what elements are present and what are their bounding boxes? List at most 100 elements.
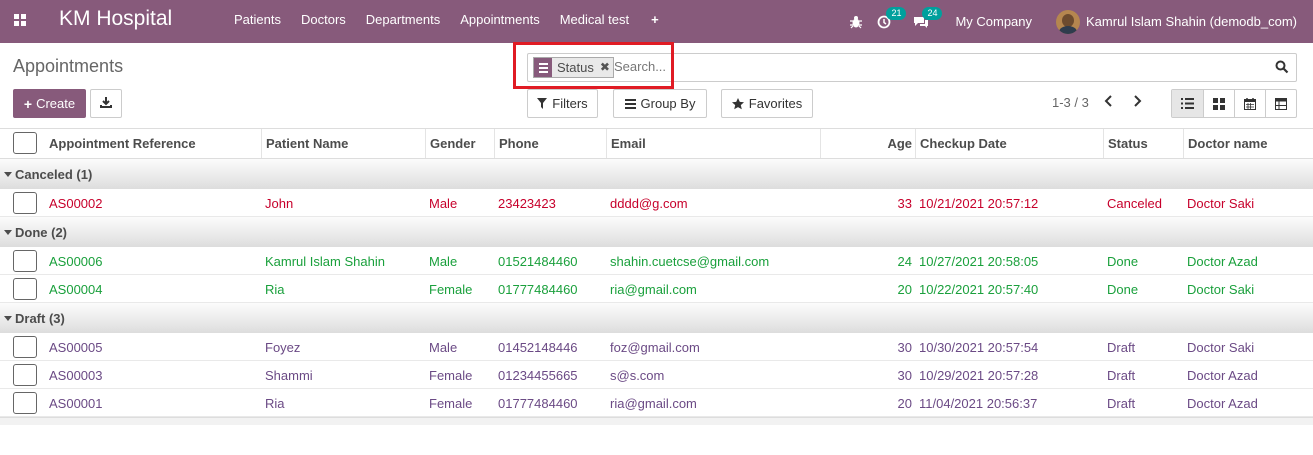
col-appointment-reference[interactable]: Appointment Reference xyxy=(45,129,261,158)
groupby-button[interactable]: Group By xyxy=(613,89,707,118)
row-checkbox[interactable] xyxy=(13,250,37,272)
table-row[interactable]: AS00002 John Male 23423423 dddd@g.com 33… xyxy=(0,189,1313,217)
cell-patient: Ria xyxy=(265,396,285,411)
menu-add-icon[interactable]: + xyxy=(639,0,671,43)
cell-age: 30 xyxy=(897,340,912,355)
app-brand[interactable]: KM Hospital xyxy=(59,7,172,31)
filters-button[interactable]: Filters xyxy=(527,89,598,118)
cell-age: 20 xyxy=(897,282,912,297)
chevron-right-icon[interactable] xyxy=(1132,95,1142,110)
cell-email: dddd@g.com xyxy=(610,196,688,211)
select-all-checkbox[interactable] xyxy=(13,132,37,154)
col-email[interactable]: Email xyxy=(606,129,820,158)
cell-doctor: Doctor Azad xyxy=(1187,396,1258,411)
menu-item-appointments[interactable]: Appointments xyxy=(450,0,550,43)
create-button[interactable]: + Create xyxy=(13,89,86,118)
cell-doctor: Doctor Saki xyxy=(1187,196,1255,211)
cell-status: Done xyxy=(1107,282,1139,297)
export-button[interactable] xyxy=(90,89,122,118)
row-checkbox[interactable] xyxy=(13,192,37,214)
group-label: Canceled (1) xyxy=(15,167,93,182)
activity-badge: 21 xyxy=(886,6,907,20)
favorites-label: Favorites xyxy=(748,96,803,111)
cell-email: s@s.com xyxy=(610,368,665,383)
group-row-draft[interactable]: Draft (3) xyxy=(0,303,1313,333)
main-menu: Patients Doctors Departments Appointment… xyxy=(224,0,671,43)
col-age[interactable]: Age xyxy=(820,129,915,158)
group-row-canceled[interactable]: Canceled (1) xyxy=(0,159,1313,189)
table-row[interactable]: AS00006 Kamrul Islam Shahin Male 0152148… xyxy=(0,247,1313,275)
company-switcher[interactable]: My Company xyxy=(955,14,1032,29)
cell-patient: Shammi xyxy=(265,368,313,383)
cell-ref: AS00003 xyxy=(49,368,103,383)
col-phone[interactable]: Phone xyxy=(494,129,606,158)
cell-email: shahin.cuetcse@gmail.com xyxy=(610,254,770,269)
cell-status: Canceled xyxy=(1107,196,1162,211)
search-input[interactable] xyxy=(614,59,1214,74)
search-icon[interactable] xyxy=(1275,60,1291,76)
cell-patient: Ria xyxy=(265,282,285,297)
appointments-table: Appointment Reference Patient Name Gende… xyxy=(0,128,1313,425)
cell-phone: 01777484460 xyxy=(498,282,578,297)
create-label: Create xyxy=(36,96,76,111)
cell-doctor: Doctor Saki xyxy=(1187,340,1255,355)
chevron-left-icon[interactable] xyxy=(1104,95,1114,110)
cell-phone: 23423423 xyxy=(498,196,556,211)
row-checkbox[interactable] xyxy=(13,364,37,386)
table-row[interactable]: AS00004 Ria Female 01777484460 ria@gmail… xyxy=(0,275,1313,303)
col-status[interactable]: Status xyxy=(1103,129,1183,158)
cell-date: 10/22/2021 20:57:40 xyxy=(919,282,1039,297)
list-bars-icon xyxy=(624,98,636,109)
cell-date: 10/21/2021 20:57:12 xyxy=(919,196,1039,211)
cell-email: ria@gmail.com xyxy=(610,396,697,411)
cell-doctor: Doctor Azad xyxy=(1187,254,1258,269)
menu-item-departments[interactable]: Departments xyxy=(356,0,450,43)
table-row[interactable]: AS00005 Foyez Male 01452148446 foz@gmail… xyxy=(0,333,1313,361)
filter-funnel-icon xyxy=(537,98,548,109)
menu-item-medical-test[interactable]: Medical test xyxy=(550,0,639,43)
cell-gender: Male xyxy=(429,340,458,355)
caret-down-icon xyxy=(4,230,12,235)
cell-age: 20 xyxy=(897,396,912,411)
cell-email: ria@gmail.com xyxy=(610,282,697,297)
table-row[interactable]: AS00003 Shammi Female 01234455665 s@s.co… xyxy=(0,361,1313,389)
cell-age: 33 xyxy=(897,196,912,211)
activity-clock-icon[interactable]: 21 xyxy=(877,6,907,29)
col-checkup-date[interactable]: Checkup Date xyxy=(915,129,1103,158)
cell-phone: 01521484460 xyxy=(498,254,578,269)
debug-bug-icon[interactable] xyxy=(849,15,863,29)
apps-menu-icon[interactable] xyxy=(14,14,26,26)
col-doctor-name[interactable]: Doctor name xyxy=(1183,129,1313,158)
calendar-view-icon[interactable] xyxy=(1234,90,1265,117)
cell-status: Draft xyxy=(1107,396,1136,411)
cell-patient: Kamrul Islam Shahin xyxy=(265,254,385,269)
top-navbar: KM Hospital Patients Doctors Departments… xyxy=(0,0,1313,43)
cell-doctor: Doctor Azad xyxy=(1187,368,1258,383)
star-icon xyxy=(731,97,744,110)
messages-chat-icon[interactable]: 24 xyxy=(913,6,943,29)
table-row[interactable]: AS00001 Ria Female 01777484460 ria@gmail… xyxy=(0,389,1313,417)
cell-date: 10/27/2021 20:58:05 xyxy=(919,254,1039,269)
user-avatar[interactable] xyxy=(1056,9,1081,34)
favorites-button[interactable]: Favorites xyxy=(721,89,813,118)
menu-item-doctors[interactable]: Doctors xyxy=(291,0,356,43)
menu-item-patients[interactable]: Patients xyxy=(224,0,291,43)
group-row-done[interactable]: Done (2) xyxy=(0,217,1313,247)
kanban-view-icon[interactable] xyxy=(1203,90,1234,117)
col-patient-name[interactable]: Patient Name xyxy=(261,129,425,158)
caret-down-icon xyxy=(4,316,12,321)
row-checkbox[interactable] xyxy=(13,336,37,358)
pager-value[interactable]: 1-3 / 3 xyxy=(1052,95,1089,110)
row-checkbox[interactable] xyxy=(13,278,37,300)
cell-status: Draft xyxy=(1107,368,1136,383)
col-gender[interactable]: Gender xyxy=(425,129,494,158)
list-view-icon[interactable] xyxy=(1172,90,1203,117)
download-icon xyxy=(100,96,112,111)
plus-icon: + xyxy=(23,95,33,112)
group-label: Done (2) xyxy=(15,225,67,240)
cell-ref: AS00001 xyxy=(49,396,103,411)
user-menu[interactable]: Kamrul Islam Shahin (demodb_com) xyxy=(1086,14,1297,29)
pivot-view-icon[interactable] xyxy=(1265,90,1296,117)
cell-ref: AS00005 xyxy=(49,340,103,355)
row-checkbox[interactable] xyxy=(13,392,37,414)
